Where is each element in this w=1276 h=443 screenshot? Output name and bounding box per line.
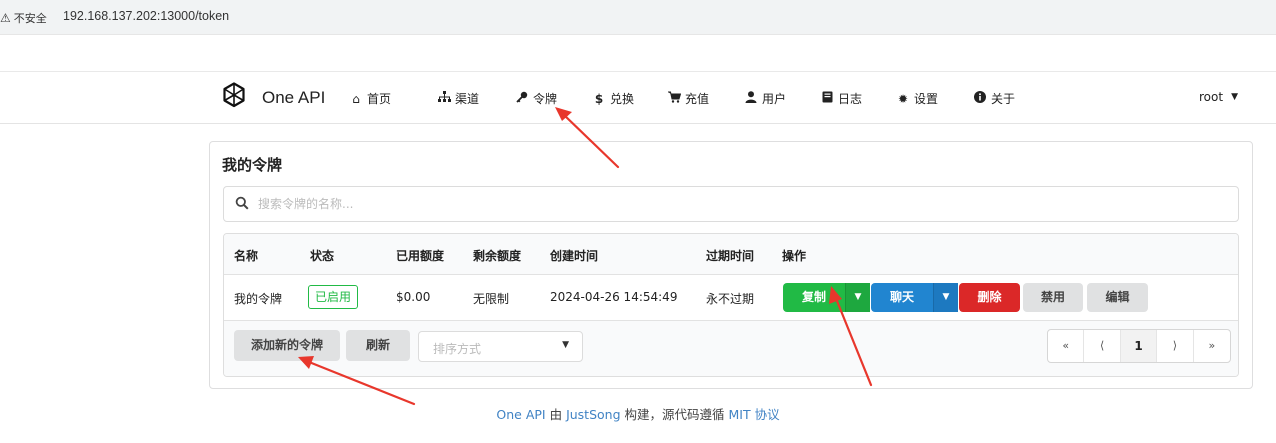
nav-item-topup[interactable]: 充值 bbox=[667, 90, 709, 107]
nav-label: 日志 bbox=[838, 92, 863, 106]
column-header-actions: 操作 bbox=[782, 249, 807, 263]
nav-item-channels[interactable]: 渠道 bbox=[437, 90, 479, 107]
nav-item-users[interactable]: 用户 bbox=[744, 90, 786, 107]
footer-link-one-api[interactable]: One API bbox=[496, 407, 545, 422]
caret-down-icon: ▼ bbox=[562, 340, 569, 350]
security-indicator[interactable]: ⚠ 不安全 bbox=[0, 10, 47, 26]
footer-text: 构建，源代码遵循 bbox=[620, 407, 729, 422]
warning-icon: ⚠ bbox=[0, 11, 11, 25]
nav-label: 令牌 bbox=[533, 92, 558, 106]
pagination: « ⟨ 1 ⟩ » bbox=[1047, 329, 1231, 363]
nav-item-logs[interactable]: 日志 bbox=[820, 90, 862, 107]
cog-icon: ✹ bbox=[897, 91, 909, 106]
browser-address-bar: ⚠ 不安全 192.168.137.202:13000/token bbox=[0, 0, 1276, 35]
sort-select[interactable]: 排序方式 ▼ bbox=[418, 331, 583, 362]
column-header-created-time[interactable]: 创建时间 bbox=[550, 247, 598, 264]
copy-button-label: 复制 bbox=[801, 290, 826, 304]
top-nav-bar: One API ⌂ 首页 渠道 令牌 $ 兑换 充值 用户 日志 ✹ 设置 关于… bbox=[0, 71, 1276, 124]
chat-button[interactable]: 聊天 ▼ bbox=[871, 283, 958, 312]
column-header-used-quota[interactable]: 已用额度 bbox=[396, 247, 444, 264]
search-box[interactable] bbox=[223, 186, 1239, 222]
pagination-first-button[interactable]: « bbox=[1048, 330, 1085, 362]
nav-item-redeem[interactable]: $ 兑换 bbox=[592, 90, 634, 107]
url-text[interactable]: 192.168.137.202:13000/token bbox=[63, 9, 229, 23]
pagination-next-button[interactable]: ⟩ bbox=[1157, 330, 1194, 362]
created-time: 2024-04-26 14:54:49 bbox=[550, 290, 678, 304]
cart-icon bbox=[667, 91, 681, 106]
column-header-status[interactable]: 状态 bbox=[310, 247, 334, 264]
dollar-icon: $ bbox=[594, 91, 604, 106]
token-name: 我的令牌 bbox=[234, 292, 283, 306]
column-header-expire-time[interactable]: 过期时间 bbox=[706, 247, 754, 264]
nav-label: 渠道 bbox=[455, 92, 480, 106]
pagination-page-1[interactable]: 1 bbox=[1120, 330, 1158, 362]
copy-dropdown-caret-icon[interactable]: ▼ bbox=[845, 283, 870, 312]
page-footer: One API 由 JustSong 构建，源代码遵循 MIT 协议 bbox=[0, 404, 1276, 423]
footer-link-justsong[interactable]: JustSong bbox=[566, 407, 620, 422]
nav-item-about[interactable]: 关于 bbox=[973, 90, 1015, 107]
disable-button[interactable]: 禁用 bbox=[1023, 283, 1083, 312]
page-title: 我的令牌 bbox=[222, 156, 283, 174]
footer-link-mit-license[interactable]: MIT 协议 bbox=[728, 407, 779, 422]
insecure-label: 不安全 bbox=[13, 12, 47, 25]
column-header-name[interactable]: 名称 bbox=[234, 247, 258, 264]
user-menu-dropdown[interactable]: root ▼ bbox=[1199, 90, 1238, 104]
used-quota: $0.00 bbox=[396, 290, 431, 304]
nav-item-settings[interactable]: ✹ 设置 bbox=[896, 90, 938, 107]
table-header: 名称 状态 已用额度 剩余额度 创建时间 过期时间 操作 bbox=[224, 234, 1238, 275]
expire-time: 永不过期 bbox=[706, 292, 755, 306]
search-icon bbox=[235, 196, 249, 210]
column-header-remaining-quota[interactable]: 剩余额度 bbox=[473, 247, 521, 264]
nav-label: 首页 bbox=[367, 92, 392, 106]
status-badge: 已启用 bbox=[308, 285, 359, 309]
sort-select-placeholder: 排序方式 bbox=[433, 342, 482, 356]
refresh-button[interactable]: 刷新 bbox=[346, 330, 410, 361]
nav-label: 设置 bbox=[914, 92, 939, 106]
delete-button[interactable]: 删除 bbox=[959, 283, 1020, 312]
username-label: root bbox=[1199, 90, 1224, 104]
table-footer: 添加新的令牌 刷新 排序方式 ▼ « ⟨ 1 ⟩ » bbox=[224, 321, 1238, 376]
nav-label: 关于 bbox=[991, 92, 1016, 106]
copy-button[interactable]: 复制 ▼ bbox=[783, 283, 870, 312]
footer-text: 由 bbox=[545, 407, 567, 422]
chat-button-label: 聊天 bbox=[889, 290, 914, 304]
key-icon bbox=[515, 91, 529, 106]
search-input[interactable] bbox=[258, 194, 858, 214]
table-row: 我的令牌 已启用 $0.00 无限制 2024-04-26 14:54:49 永… bbox=[224, 275, 1238, 321]
nav-item-home[interactable]: ⌂ 首页 bbox=[349, 90, 391, 107]
user-icon bbox=[744, 91, 758, 106]
pagination-last-button[interactable]: » bbox=[1194, 330, 1230, 362]
sitemap-icon bbox=[437, 91, 451, 106]
nav-label: 充值 bbox=[685, 92, 710, 106]
caret-down-icon: ▼ bbox=[1231, 92, 1238, 102]
info-icon bbox=[973, 91, 987, 106]
pagination-prev-button[interactable]: ⟨ bbox=[1084, 330, 1121, 362]
tokens-card: 我的令牌 名称 状态 已用额度 剩余额度 创建时间 过期时间 操作 我的令牌 已… bbox=[209, 141, 1253, 389]
remaining-quota: 无限制 bbox=[473, 292, 510, 306]
openai-logo-icon[interactable] bbox=[219, 80, 249, 110]
edit-button[interactable]: 编辑 bbox=[1087, 283, 1148, 312]
chat-dropdown-caret-icon[interactable]: ▼ bbox=[933, 283, 958, 312]
brand-title[interactable]: One API bbox=[262, 88, 325, 108]
home-icon: ⌂ bbox=[352, 91, 360, 106]
nav-item-tokens[interactable]: 令牌 bbox=[515, 90, 557, 107]
add-token-button[interactable]: 添加新的令牌 bbox=[234, 330, 340, 361]
nav-label: 用户 bbox=[762, 92, 787, 106]
nav-label: 兑换 bbox=[610, 92, 635, 106]
tokens-table: 名称 状态 已用额度 剩余额度 创建时间 过期时间 操作 我的令牌 已启用 $0… bbox=[223, 233, 1239, 377]
book-icon bbox=[820, 91, 834, 106]
